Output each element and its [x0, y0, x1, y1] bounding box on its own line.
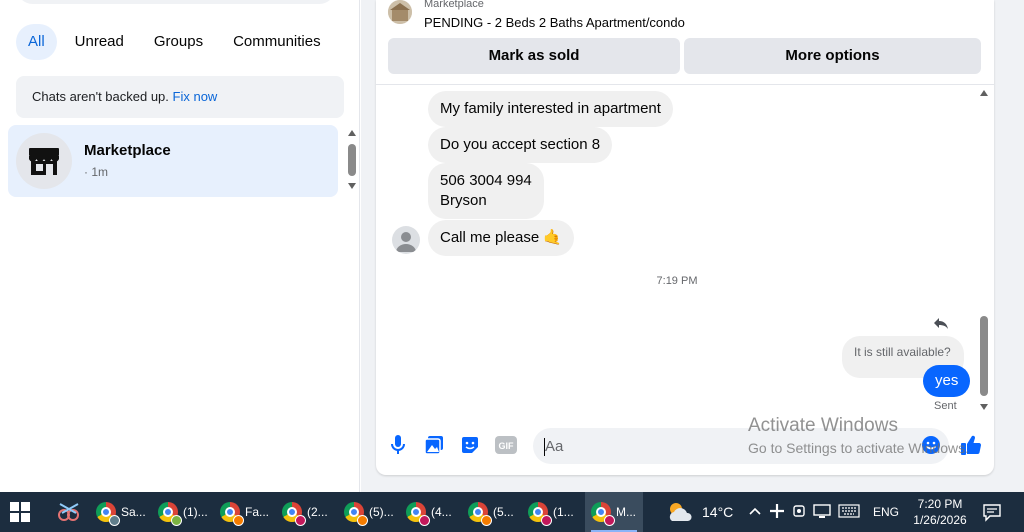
text-caret [544, 438, 545, 456]
taskbar-app-1[interactable]: Sa... [96, 492, 154, 532]
chrome-icon [591, 502, 615, 526]
gif-icon[interactable]: GIF [495, 434, 517, 456]
taskbar-app-label: (4... [431, 505, 452, 519]
listing-category: Marketplace [424, 0, 484, 10]
filter-groups[interactable]: Groups [142, 24, 215, 60]
mark-as-sold-button[interactable]: Mark as sold [388, 38, 680, 74]
taskbar-app-label: Fa... [245, 505, 270, 519]
weather-cloud-icon [669, 503, 692, 521]
listing-title: PENDING - 2 Beds 2 Baths Apartment/condo [424, 15, 685, 30]
network-icon[interactable] [813, 503, 831, 522]
clock-time: 7:20 PM [917, 497, 963, 511]
scroll-up-arrow-icon[interactable] [348, 130, 356, 136]
image-icon[interactable] [423, 434, 445, 456]
scroll-down-arrow-icon[interactable] [980, 404, 988, 410]
taskbar-app-label: Sa... [121, 505, 146, 519]
taskbar-app-2[interactable]: (1)... [158, 492, 216, 532]
windows-taskbar: Sa... (1)... Fa... (2... (5)... (4... (5… [0, 492, 1024, 532]
scroll-thumb[interactable] [980, 316, 988, 396]
language-indicator[interactable]: ENG [873, 505, 899, 519]
taskbar-app-7[interactable]: (5... [468, 492, 526, 532]
storefront-icon [16, 133, 72, 189]
microphone-icon[interactable] [387, 434, 409, 456]
header-divider [376, 84, 994, 85]
taskbar-app-label: (5)... [369, 505, 394, 519]
listing-thumbnail [388, 0, 412, 24]
reply-icon [933, 315, 949, 331]
taskbar-app-6[interactable]: (4... [406, 492, 464, 532]
taskbar-app-label: (2... [307, 505, 328, 519]
chrome-icon [406, 502, 430, 526]
message-timestamp: 7:19 PM [656, 275, 698, 287]
chrome-icon [220, 502, 244, 526]
chevron-up-icon[interactable] [748, 505, 762, 519]
taskbar-app-9[interactable]: M... [585, 492, 643, 532]
snipping-tool-icon[interactable] [56, 492, 90, 532]
weather-widget[interactable]: 14°C [666, 492, 733, 532]
taskbar-app-5[interactable]: (5)... [344, 492, 402, 532]
scroll-up-arrow-icon[interactable] [980, 90, 988, 96]
chat-list-panel: All Unread Groups Communities Chats aren… [0, 0, 360, 492]
taskbar-app-label: (5... [493, 505, 514, 519]
plus-icon[interactable] [769, 503, 785, 522]
thumbs-up-icon[interactable] [960, 434, 982, 456]
message-line: Bryson [440, 192, 487, 209]
taskbar-app-3[interactable]: Fa... [220, 492, 278, 532]
taskbar-app-8[interactable]: (1... [528, 492, 584, 532]
message-bubble[interactable]: Call me please 🤙 [428, 220, 575, 256]
sticker-icon[interactable] [459, 434, 481, 456]
chrome-icon [96, 502, 120, 526]
message-bubble[interactable]: My family interested in apartment [428, 91, 673, 127]
svg-text:GIF: GIF [499, 441, 515, 451]
more-options-button[interactable]: More options [684, 38, 981, 74]
conversation-panel: Marketplace PENDING - 2 Beds 2 Baths Apa… [376, 0, 994, 475]
scroll-thumb[interactable] [348, 144, 356, 176]
chat-item-marketplace[interactable]: Marketplace · 1m [8, 125, 338, 197]
notification-icon[interactable] [982, 502, 1002, 522]
sender-avatar[interactable] [392, 226, 420, 254]
system-tray: ENG [748, 492, 899, 532]
emoji-icon[interactable] [920, 434, 942, 456]
chat-time: · 1m [84, 165, 108, 179]
chat-list-scrollbar[interactable] [345, 126, 359, 192]
chat-filters: All Unread Groups Communities [16, 24, 333, 60]
filter-unread[interactable]: Unread [63, 24, 136, 60]
search-field[interactable] [16, 0, 336, 4]
clock-date: 1/26/2026 [913, 513, 967, 527]
sent-status: Sent [934, 400, 957, 412]
filter-all[interactable]: All [16, 24, 57, 60]
clock[interactable]: 7:20 PM 1/26/2026 [900, 496, 980, 528]
scroll-down-arrow-icon[interactable] [348, 183, 356, 189]
chrome-icon [468, 502, 492, 526]
filter-communities[interactable]: Communities [221, 24, 333, 60]
backup-notice: Chats aren't backed up. Fix now [16, 76, 344, 118]
windows-start-icon[interactable] [8, 500, 32, 524]
backup-notice-text: Chats aren't backed up. [32, 89, 169, 104]
chrome-icon [158, 502, 182, 526]
meet-now-icon[interactable] [792, 503, 806, 522]
fix-now-link[interactable]: Fix now [173, 89, 218, 104]
taskbar-app-4[interactable]: (2... [282, 492, 340, 532]
weather-temperature: 14°C [702, 504, 734, 520]
message-line: 506 3004 994 [440, 172, 532, 189]
chrome-icon [344, 502, 368, 526]
chrome-icon [282, 502, 306, 526]
keyboard-icon[interactable] [838, 503, 860, 521]
taskbar-app-label: (1)... [183, 505, 208, 519]
conversation-scrollbar[interactable] [976, 86, 992, 414]
message-input[interactable] [533, 428, 949, 464]
message-composer: GIF [376, 424, 994, 468]
message-bubble[interactable]: Do you accept section 8 [428, 127, 613, 163]
chrome-icon [528, 502, 552, 526]
taskbar-app-label: M... [616, 505, 636, 519]
chat-name: Marketplace [84, 142, 171, 159]
taskbar-app-label: (1... [553, 505, 574, 519]
message-bubble[interactable]: 506 3004 994 Bryson [428, 163, 544, 219]
outgoing-message-bubble[interactable]: yes [923, 365, 971, 397]
listing-header[interactable]: Marketplace PENDING - 2 Beds 2 Baths Apa… [388, 0, 982, 36]
